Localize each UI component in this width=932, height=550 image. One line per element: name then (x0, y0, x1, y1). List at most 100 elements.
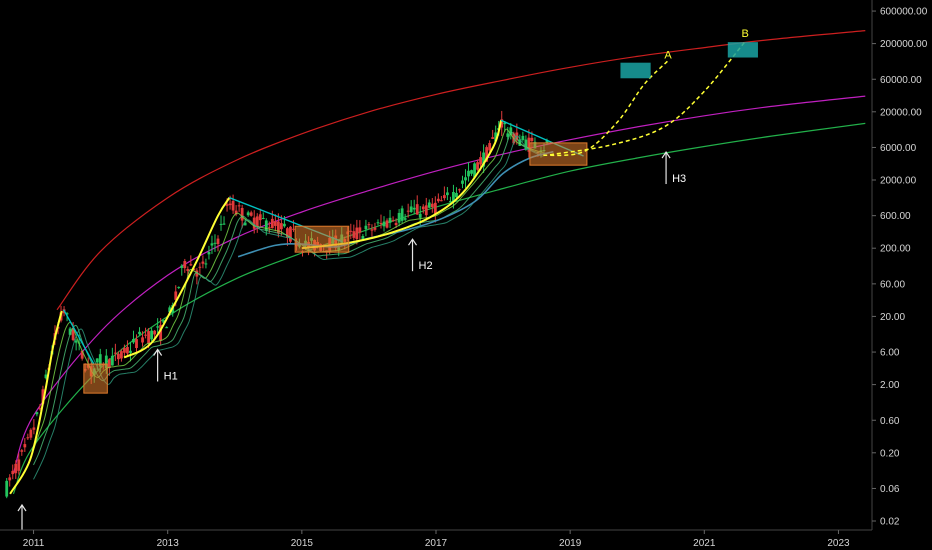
candle-body (491, 137, 495, 139)
candles-layer (5, 110, 549, 499)
candle-body (349, 230, 353, 232)
candle-body (436, 198, 440, 202)
x-tick-label: 2019 (559, 538, 582, 549)
accumulation-box (294, 225, 350, 253)
y-tick-label: 60.00 (880, 279, 905, 290)
candle-body (135, 339, 138, 349)
candle-body (216, 238, 220, 244)
candle-body (449, 201, 452, 203)
candle-body (424, 205, 428, 216)
y-tick-label: 6.00 (880, 348, 900, 359)
x-tick-label: 2011 (23, 538, 45, 549)
y-tick-label: 2000.00 (880, 176, 917, 187)
annotation-h3: H3 (672, 173, 686, 185)
candle-body (177, 286, 181, 288)
candle-body (379, 222, 383, 224)
candle-body (8, 477, 12, 481)
y-tick-label: 200000.00 (880, 39, 928, 50)
candle-body (264, 220, 268, 231)
candle-body (165, 327, 169, 329)
candle-body (258, 214, 262, 221)
candle-body (283, 223, 286, 227)
candle-body (470, 170, 473, 174)
candle-body (397, 212, 401, 223)
candle-body (376, 222, 380, 224)
candle-body (394, 222, 398, 226)
candle-body (358, 227, 362, 233)
annotation-h1: H1 (164, 370, 178, 382)
candle-body (521, 135, 525, 141)
price-chart[interactable]: H1H2H3AB 2200000.00600000.00200000.00600… (0, 0, 932, 550)
candle-body (207, 252, 211, 255)
candle-body (23, 444, 27, 448)
candle-body (222, 223, 226, 225)
candle-body (228, 203, 232, 206)
y-tick-label: 6000.00 (880, 143, 917, 154)
candle-body (391, 220, 395, 222)
candle-body (95, 358, 99, 363)
candle-body (144, 334, 147, 336)
ma-ribbon (33, 131, 544, 466)
annotation-a: A (664, 50, 672, 62)
candle-body (409, 206, 413, 213)
candle-body (461, 180, 464, 184)
candle-body (147, 331, 150, 344)
candle-body (255, 216, 259, 228)
candle-body (446, 192, 449, 196)
candle-body (183, 261, 187, 269)
x-axis[interactable]: 201120132015201720192021202320 (0, 529, 932, 549)
candle-body (364, 225, 368, 230)
candle-body (141, 337, 144, 343)
x-tick-label: 2023 (827, 538, 850, 549)
candle-body (186, 269, 190, 271)
candle-body (439, 200, 443, 202)
y-tick-label: 200.00 (880, 244, 911, 255)
candle-body (530, 137, 534, 141)
candle-body (249, 212, 253, 216)
candle-body (153, 330, 157, 335)
candle-body (367, 224, 371, 226)
x-tick-label: 2015 (291, 538, 314, 549)
candle-body (5, 480, 9, 497)
y-tick-label: 20.00 (880, 312, 905, 323)
candle-body (455, 192, 458, 198)
candle-body (129, 350, 132, 353)
x-tick-label: 2021 (693, 538, 716, 549)
target-box-a (620, 62, 651, 79)
candle-body (289, 226, 292, 242)
candle-body (370, 229, 374, 231)
candle-body (427, 202, 431, 208)
annotations-layer: H1 H2 H3 A B (17, 28, 749, 530)
candle-body (403, 218, 407, 220)
candle-body (270, 218, 274, 229)
candle-body (406, 210, 410, 212)
candle-body (261, 217, 265, 219)
candle-body (35, 412, 39, 415)
candle-body (14, 463, 18, 474)
long-ma-line (237, 150, 554, 258)
candle-body (415, 204, 419, 215)
candle-body (219, 223, 223, 225)
candle-body (476, 162, 479, 170)
candle-body (189, 264, 193, 266)
candle-body (11, 470, 15, 475)
candle-body (74, 340, 78, 343)
candle-body (355, 227, 359, 240)
candle-body (488, 143, 492, 151)
x-tick-label: 2017 (425, 538, 448, 549)
candle-body (373, 227, 377, 230)
candle-body (442, 195, 446, 199)
candle-body (467, 170, 470, 177)
candle-body (225, 204, 229, 206)
lower-band-curve (12, 122, 866, 495)
ma-ribbon (33, 128, 544, 450)
y-tick-label: 0.02 (880, 517, 900, 528)
candle-body (479, 157, 483, 165)
candle-body (433, 202, 437, 215)
y-tick-label: 600000.00 (880, 7, 928, 18)
candle-body (132, 338, 135, 343)
candle-body (116, 353, 120, 360)
candle-body (388, 217, 392, 223)
candle-body (464, 177, 467, 181)
y-axis[interactable]: 2200000.00600000.00200000.0060000.002000… (871, 0, 932, 530)
